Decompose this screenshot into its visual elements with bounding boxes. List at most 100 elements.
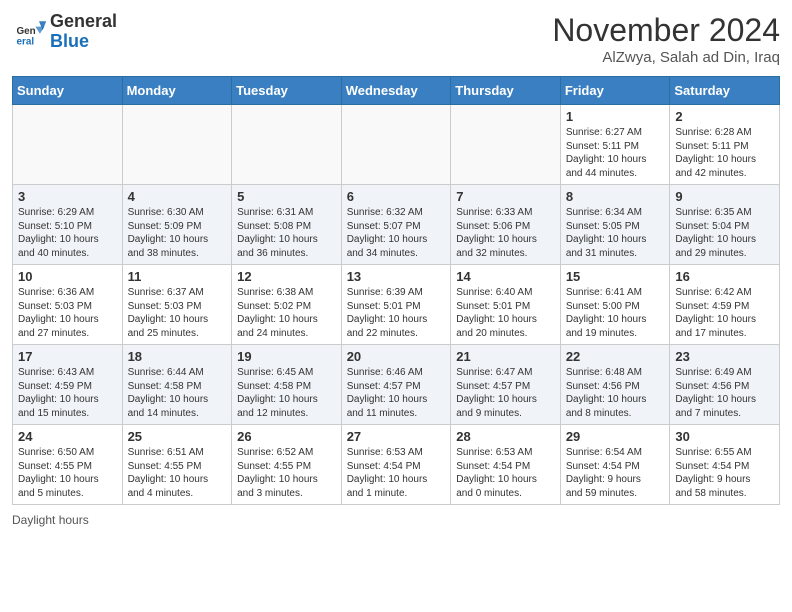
day-info: Sunrise: 6:33 AM Sunset: 5:06 PM Dayligh…: [456, 206, 555, 260]
day-number: 14: [456, 269, 555, 284]
day-info: Sunrise: 6:53 AM Sunset: 4:54 PM Dayligh…: [456, 446, 555, 500]
day-number: 18: [128, 349, 227, 364]
calendar-header-row: SundayMondayTuesdayWednesdayThursdayFrid…: [13, 77, 780, 105]
day-info: Sunrise: 6:35 AM Sunset: 5:04 PM Dayligh…: [675, 206, 774, 260]
calendar-cell: [341, 105, 451, 185]
day-info: Sunrise: 6:55 AM Sunset: 4:54 PM Dayligh…: [675, 446, 774, 500]
calendar-cell: 6Sunrise: 6:32 AM Sunset: 5:07 PM Daylig…: [341, 185, 451, 265]
calendar-cell: 4 Sunrise: 6:30 AM Sunset: 5:09 PM Daylig…: [122, 185, 232, 265]
page-header: Gen eral General Blue November 2024 AlZw…: [12, 12, 780, 66]
day-info: Sunrise: 6:50 AM Sunset: 4:55 PM Dayligh…: [18, 446, 117, 500]
day-number: 21: [456, 349, 555, 364]
day-number: 24: [18, 429, 117, 444]
logo-icon: Gen eral: [12, 14, 48, 50]
svg-text:Gen: Gen: [17, 26, 36, 37]
calendar-cell: 28 Sunrise: 6:53 AM Sunset: 4:54 PM Dayli…: [451, 425, 561, 505]
calendar-week-row: 3 Sunrise: 6:29 AM Sunset: 5:10 PM Daylig…: [13, 185, 780, 265]
day-info: Sunrise: 6:45 AM Sunset: 4:58 PM Dayligh…: [237, 366, 336, 420]
calendar-cell: [122, 105, 232, 185]
day-info: Sunrise: 6:49 AM Sunset: 4:56 PM Dayligh…: [675, 366, 774, 420]
day-info: Sunrise: 6:37 AM Sunset: 5:03 PM Dayligh…: [128, 286, 227, 340]
day-info: Sunrise: 6:53 AM Sunset: 4:54 PM Dayligh…: [347, 446, 446, 500]
calendar-cell: 12 Sunrise: 6:38 AM Sunset: 5:02 PM Dayli…: [232, 265, 342, 345]
day-number: 26: [237, 429, 336, 444]
day-number: 9: [675, 189, 774, 204]
day-number: 19: [237, 349, 336, 364]
day-number: 27: [347, 429, 446, 444]
day-number: 15: [566, 269, 665, 284]
month-title: November 2024: [552, 12, 780, 49]
calendar-cell: 5 Sunrise: 6:31 AM Sunset: 5:08 PM Daylig…: [232, 185, 342, 265]
column-header-saturday: Saturday: [670, 77, 780, 105]
day-info: Sunrise: 6:51 AM Sunset: 4:55 PM Dayligh…: [128, 446, 227, 500]
calendar-cell: 29Sunrise: 6:54 AM Sunset: 4:54 PM Dayli…: [560, 425, 670, 505]
footer-note: Daylight hours: [12, 513, 780, 527]
calendar-cell: [232, 105, 342, 185]
day-info: Sunrise: 6:41 AM Sunset: 5:00 PM Dayligh…: [566, 286, 665, 340]
day-info: Sunrise: 6:54 AM Sunset: 4:54 PM Dayligh…: [566, 446, 665, 500]
day-info: Sunrise: 6:31 AM Sunset: 5:08 PM Dayligh…: [237, 206, 336, 260]
calendar-cell: [13, 105, 123, 185]
calendar-cell: 15 Sunrise: 6:41 AM Sunset: 5:00 PM Dayli…: [560, 265, 670, 345]
calendar-week-row: 24 Sunrise: 6:50 AM Sunset: 4:55 PM Dayli…: [13, 425, 780, 505]
calendar-cell: 3 Sunrise: 6:29 AM Sunset: 5:10 PM Daylig…: [13, 185, 123, 265]
calendar-cell: 30 Sunrise: 6:55 AM Sunset: 4:54 PM Dayli…: [670, 425, 780, 505]
day-number: 22: [566, 349, 665, 364]
day-number: 2: [675, 109, 774, 124]
day-number: 11: [128, 269, 227, 284]
day-info: Sunrise: 6:40 AM Sunset: 5:01 PM Dayligh…: [456, 286, 555, 340]
day-info: Sunrise: 6:48 AM Sunset: 4:56 PM Dayligh…: [566, 366, 665, 420]
calendar-cell: 23 Sunrise: 6:49 AM Sunset: 4:56 PM Dayli…: [670, 345, 780, 425]
column-header-sunday: Sunday: [13, 77, 123, 105]
day-number: 5: [237, 189, 336, 204]
calendar-cell: 13Sunrise: 6:39 AM Sunset: 5:01 PM Dayli…: [341, 265, 451, 345]
column-header-friday: Friday: [560, 77, 670, 105]
day-number: 3: [18, 189, 117, 204]
column-header-monday: Monday: [122, 77, 232, 105]
calendar-cell: 11 Sunrise: 6:37 AM Sunset: 5:03 PM Dayli…: [122, 265, 232, 345]
day-info: Sunrise: 6:52 AM Sunset: 4:55 PM Dayligh…: [237, 446, 336, 500]
day-number: 4: [128, 189, 227, 204]
calendar-cell: 9 Sunrise: 6:35 AM Sunset: 5:04 PM Daylig…: [670, 185, 780, 265]
calendar-table: SundayMondayTuesdayWednesdayThursdayFrid…: [12, 76, 780, 505]
calendar-week-row: 10Sunrise: 6:36 AM Sunset: 5:03 PM Dayli…: [13, 265, 780, 345]
day-info: Sunrise: 6:43 AM Sunset: 4:59 PM Dayligh…: [18, 366, 117, 420]
title-block: November 2024 AlZwya, Salah ad Din, Iraq: [552, 12, 780, 66]
logo-blue: Blue: [50, 32, 117, 52]
calendar-week-row: 17Sunrise: 6:43 AM Sunset: 4:59 PM Dayli…: [13, 345, 780, 425]
day-info: Sunrise: 6:32 AM Sunset: 5:07 PM Dayligh…: [347, 206, 446, 260]
day-info: Sunrise: 6:28 AM Sunset: 5:11 PM Dayligh…: [675, 126, 774, 180]
calendar-cell: 26 Sunrise: 6:52 AM Sunset: 4:55 PM Dayli…: [232, 425, 342, 505]
calendar-cell: 18Sunrise: 6:44 AM Sunset: 4:58 PM Dayli…: [122, 345, 232, 425]
logo-text: General Blue: [50, 12, 117, 52]
location: AlZwya, Salah ad Din, Iraq: [552, 49, 780, 66]
day-info: Sunrise: 6:46 AM Sunset: 4:57 PM Dayligh…: [347, 366, 446, 420]
calendar-cell: 27 Sunrise: 6:53 AM Sunset: 4:54 PM Dayli…: [341, 425, 451, 505]
day-info: Sunrise: 6:29 AM Sunset: 5:10 PM Dayligh…: [18, 206, 117, 260]
day-number: 12: [237, 269, 336, 284]
calendar-cell: 2 Sunrise: 6:28 AM Sunset: 5:11 PM Daylig…: [670, 105, 780, 185]
calendar-cell: 10Sunrise: 6:36 AM Sunset: 5:03 PM Dayli…: [13, 265, 123, 345]
column-header-tuesday: Tuesday: [232, 77, 342, 105]
day-info: Sunrise: 6:34 AM Sunset: 5:05 PM Dayligh…: [566, 206, 665, 260]
logo-general: General: [50, 12, 117, 32]
day-number: 28: [456, 429, 555, 444]
day-number: 13: [347, 269, 446, 284]
day-info: Sunrise: 6:38 AM Sunset: 5:02 PM Dayligh…: [237, 286, 336, 340]
day-number: 23: [675, 349, 774, 364]
calendar-cell: 21Sunrise: 6:47 AM Sunset: 4:57 PM Dayli…: [451, 345, 561, 425]
day-info: Sunrise: 6:27 AM Sunset: 5:11 PM Dayligh…: [566, 126, 665, 180]
calendar-cell: 19 Sunrise: 6:45 AM Sunset: 4:58 PM Dayli…: [232, 345, 342, 425]
day-number: 30: [675, 429, 774, 444]
calendar-cell: 1Sunrise: 6:27 AM Sunset: 5:11 PM Daylig…: [560, 105, 670, 185]
calendar-cell: 20 Sunrise: 6:46 AM Sunset: 4:57 PM Dayli…: [341, 345, 451, 425]
calendar-cell: 7Sunrise: 6:33 AM Sunset: 5:06 PM Daylig…: [451, 185, 561, 265]
day-info: Sunrise: 6:30 AM Sunset: 5:09 PM Dayligh…: [128, 206, 227, 260]
calendar-cell: 25Sunrise: 6:51 AM Sunset: 4:55 PM Dayli…: [122, 425, 232, 505]
calendar-week-row: 1Sunrise: 6:27 AM Sunset: 5:11 PM Daylig…: [13, 105, 780, 185]
calendar-cell: 14 Sunrise: 6:40 AM Sunset: 5:01 PM Dayli…: [451, 265, 561, 345]
day-number: 20: [347, 349, 446, 364]
calendar-cell: 17Sunrise: 6:43 AM Sunset: 4:59 PM Dayli…: [13, 345, 123, 425]
svg-text:eral: eral: [17, 36, 35, 47]
logo: Gen eral General Blue: [12, 12, 117, 52]
